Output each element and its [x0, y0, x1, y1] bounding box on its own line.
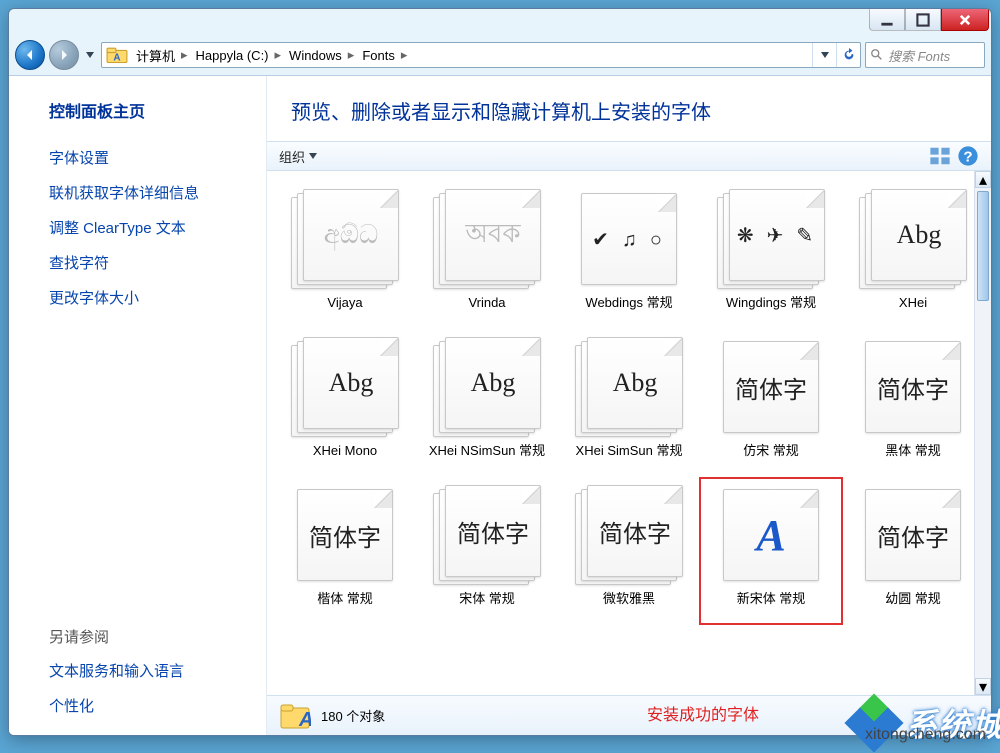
font-item[interactable]: 简体字黑体 常规 — [849, 337, 977, 475]
font-label: Wingdings 常规 — [726, 295, 816, 327]
font-label: Webdings 常规 — [585, 295, 672, 327]
svg-text:?: ? — [963, 149, 972, 166]
sidebar-title: 控制面板主页 — [49, 98, 248, 122]
font-item[interactable]: ❋ ✈ ✎ Wingdings 常规 — [707, 189, 835, 327]
font-sample: Abg — [471, 368, 516, 398]
font-label: Vrinda — [468, 295, 505, 327]
font-sample: 简体字 — [309, 518, 381, 553]
font-label: XHei NSimSun 常规 — [429, 443, 545, 475]
maximize-button[interactable] — [905, 9, 941, 31]
sidebar-link[interactable]: 调整 ClearType 文本 — [49, 217, 248, 238]
font-item[interactable]: A新宋体 常规 — [707, 485, 835, 623]
minimize-button[interactable] — [869, 9, 905, 31]
font-sample: 简体字 — [877, 370, 949, 405]
sidebar-link[interactable]: 查找字符 — [49, 252, 248, 273]
see-also-title: 另请参阅 — [49, 626, 248, 647]
close-button[interactable] — [941, 9, 989, 31]
font-label: 微软雅黑 — [603, 591, 655, 623]
font-sample: Abg — [613, 368, 658, 398]
explorer-window: A 计算机▸ Happyla (C:)▸ Windows▸ Fonts▸ 搜索 … — [8, 8, 992, 736]
font-sample: 简体字 — [457, 514, 529, 549]
breadcrumb[interactable]: Windows▸ — [285, 43, 358, 67]
font-item[interactable]: 简体字幼圆 常规 — [849, 485, 977, 623]
font-sample: අඕධ — [324, 220, 379, 251]
refresh-button[interactable] — [836, 43, 860, 67]
font-grid: අඕධ Vijaya অবক Vrinda ✔ ♫ ○ Webdings 常规 ❋ ✈ ✎ W… — [267, 171, 991, 695]
nav-history-dropdown[interactable] — [83, 45, 97, 65]
status-count: 180 个对象 — [321, 706, 385, 725]
forward-button[interactable] — [49, 40, 79, 70]
font-item[interactable]: 简体字宋体 常规 — [423, 485, 551, 623]
font-item[interactable]: Abg XHei NSimSun 常规 — [423, 337, 551, 475]
titlebar — [9, 9, 991, 39]
watermark-url: xitongcheng.com — [865, 726, 986, 744]
font-label: XHei SimSun 常规 — [576, 443, 683, 475]
view-button[interactable] — [929, 146, 951, 166]
font-item[interactable]: Abg XHei SimSun 常规 — [565, 337, 693, 475]
font-sample: Abg — [897, 220, 942, 250]
font-sample: ❋ ✈ ✎ — [737, 223, 817, 248]
search-box[interactable]: 搜索 Fonts — [865, 42, 985, 68]
search-icon — [870, 48, 884, 62]
scroll-up-button[interactable]: ▴ — [975, 171, 991, 188]
font-sample: অবক — [465, 213, 520, 257]
font-label: 幼圆 常规 — [885, 591, 941, 623]
toolbar: 组织 ? — [267, 141, 991, 171]
font-item[interactable]: අඕධ Vijaya — [281, 189, 409, 327]
breadcrumb[interactable]: 计算机▸ — [132, 43, 192, 67]
font-item[interactable]: Abg XHei Mono — [281, 337, 409, 475]
search-placeholder: 搜索 Fonts — [888, 46, 950, 65]
sidebar-link[interactable]: 更改字体大小 — [49, 287, 248, 308]
address-dropdown[interactable] — [812, 43, 836, 67]
organize-menu[interactable]: 组织 — [279, 147, 317, 166]
breadcrumb[interactable]: Happyla (C:)▸ — [192, 43, 286, 67]
font-sample: Abg — [329, 368, 374, 398]
help-button[interactable]: ? — [957, 146, 979, 166]
font-item[interactable]: 简体字楷体 常规 — [281, 485, 409, 623]
address-bar[interactable]: A 计算机▸ Happyla (C:)▸ Windows▸ Fonts▸ — [101, 42, 861, 68]
sidebar-link[interactable]: 个性化 — [49, 695, 248, 716]
scroll-thumb[interactable] — [977, 191, 989, 301]
main-pane: 预览、删除或者显示和隐藏计算机上安装的字体 组织 ? අඕධ Vijaya অবক V… — [267, 76, 991, 735]
font-item[interactable]: Abg XHei — [849, 189, 977, 327]
sidebar-link[interactable]: 文本服务和输入语言 — [49, 660, 248, 681]
font-sample: 简体字 — [877, 518, 949, 553]
back-button[interactable] — [15, 40, 45, 70]
font-item[interactable]: 简体字仿宋 常规 — [707, 337, 835, 475]
sidebar-link[interactable]: 字体设置 — [49, 147, 248, 168]
font-label: 仿宋 常规 — [743, 443, 799, 475]
font-label: XHei Mono — [313, 443, 377, 475]
sidebar-link[interactable]: 联机获取字体详细信息 — [49, 182, 248, 203]
sidebar: 控制面板主页 字体设置 联机获取字体详细信息 调整 ClearType 文本 查… — [9, 76, 267, 735]
svg-text:A: A — [298, 709, 311, 731]
font-label: 宋体 常规 — [459, 591, 515, 623]
font-label: Vijaya — [327, 295, 362, 327]
scroll-down-button[interactable]: ▾ — [975, 678, 991, 695]
font-sample: ✔ ♫ ○ — [592, 227, 666, 252]
breadcrumb[interactable]: Fonts▸ — [358, 43, 411, 67]
highlight-box — [699, 477, 843, 625]
font-label: XHei — [899, 295, 927, 327]
nav-row: A 计算机▸ Happyla (C:)▸ Windows▸ Fonts▸ 搜索 … — [9, 39, 991, 75]
font-item[interactable]: অবক Vrinda — [423, 189, 551, 327]
font-item[interactable]: ✔ ♫ ○ Webdings 常规 — [565, 189, 693, 327]
font-sample: 简体字 — [599, 514, 671, 549]
page-title: 预览、删除或者显示和隐藏计算机上安装的字体 — [267, 76, 991, 141]
annotation-text: 安装成功的字体 — [647, 701, 759, 725]
font-item[interactable]: 简体字微软雅黑 — [565, 485, 693, 623]
folder-icon: A — [279, 700, 311, 732]
folder-icon: A — [106, 44, 128, 66]
font-label: 楷体 常规 — [317, 591, 373, 623]
font-sample: 简体字 — [735, 370, 807, 405]
font-label: 黑体 常规 — [885, 443, 941, 475]
scrollbar[interactable]: ▴ ▾ — [974, 171, 991, 695]
svg-text:A: A — [113, 52, 120, 63]
